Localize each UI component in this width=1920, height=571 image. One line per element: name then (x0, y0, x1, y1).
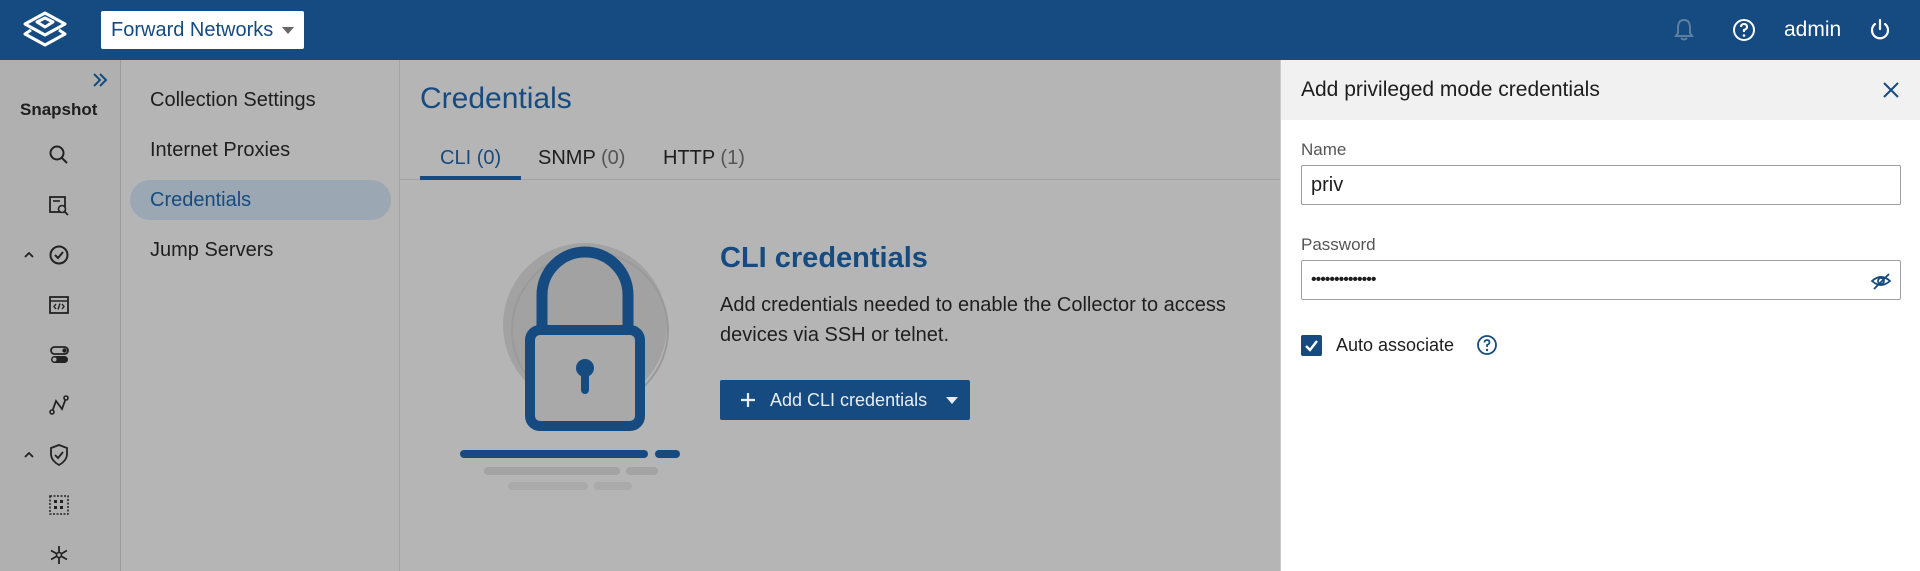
password-field[interactable]: •••••••••••••• (1301, 260, 1901, 300)
auto-associate-checkbox[interactable] (1301, 335, 1322, 356)
password-value: •••••••••••••• (1311, 271, 1376, 288)
main-content: Credentials CLI (0) SNMP (0) HTTP (1) CL… (400, 60, 1280, 571)
panel-header: Add privileged mode credentials (1281, 60, 1920, 120)
bell-icon[interactable] (1670, 16, 1698, 44)
top-bar: Forward Networks admin (0, 0, 1920, 60)
privileged-credentials-panel: Add privileged mode credentials Name pri… (1280, 60, 1920, 571)
tab-count: (0) (600, 147, 626, 169)
path-icon[interactable] (46, 392, 72, 418)
nav-item-internet-proxies[interactable]: Internet Proxies (130, 130, 391, 170)
tab-label: SNMP (538, 147, 596, 169)
caret-down-icon[interactable] (946, 397, 958, 404)
lock-illustration (460, 243, 680, 490)
nav-item-credentials[interactable]: Credentials (130, 180, 391, 220)
panel-title: Add privileged mode credentials (1301, 78, 1600, 101)
eye-off-icon[interactable] (1870, 270, 1892, 292)
help-icon[interactable] (1730, 16, 1758, 44)
network-selector[interactable]: Forward Networks (101, 11, 304, 49)
tab-label: CLI (440, 147, 472, 169)
shield-check-icon[interactable] (46, 442, 72, 468)
nav-item-jump-servers[interactable]: Jump Servers (130, 230, 391, 270)
empty-state-description: Add credentials needed to enable the Col… (720, 294, 1226, 346)
double-chevron-right-icon[interactable] (90, 70, 110, 90)
toggle-icon[interactable] (46, 342, 72, 368)
tab-count: (0) (476, 147, 502, 169)
nav-item-collection-settings[interactable]: Collection Settings (130, 80, 391, 120)
page-title: Credentials (420, 82, 572, 115)
close-icon[interactable] (1881, 80, 1901, 100)
tab-http[interactable]: HTTP (1) (643, 140, 765, 180)
search-list-icon[interactable] (46, 192, 72, 218)
rail-title: Snapshot (20, 100, 98, 119)
user-name[interactable]: admin (1784, 18, 1841, 42)
chevron-up-icon[interactable] (22, 248, 36, 262)
check-circle-icon[interactable] (46, 242, 72, 268)
tab-bar: CLI (0) SNMP (0) HTTP (1) (400, 140, 1280, 180)
add-cli-credentials-button[interactable]: Add CLI credentials (720, 380, 970, 420)
network-name: Forward Networks (111, 18, 274, 41)
search-icon[interactable] (46, 142, 72, 168)
tab-label: HTTP (663, 147, 715, 169)
auto-associate-label: Auto associate (1336, 335, 1455, 355)
tab-cli[interactable]: CLI (0) (420, 140, 522, 180)
settings-nav: Collection Settings Internet Proxies Cre… (121, 60, 400, 571)
name-field[interactable]: priv (1301, 165, 1901, 205)
plus-icon (741, 393, 755, 407)
power-icon[interactable] (1866, 16, 1894, 44)
name-label: Name (1301, 140, 1347, 159)
name-value: priv (1311, 173, 1344, 196)
check-icon (1305, 340, 1318, 352)
snowflake-icon[interactable] (46, 542, 72, 568)
grid-icon[interactable] (46, 492, 72, 518)
logo-icon[interactable] (19, 10, 71, 50)
empty-state-title: CLI credentials (720, 242, 928, 274)
tab-snmp[interactable]: SNMP (0) (518, 140, 645, 180)
snapshot-rail: Snapshot (0, 60, 121, 571)
tab-count: (1) (720, 147, 745, 169)
caret-down-icon (282, 27, 294, 34)
chevron-up-icon[interactable] (22, 448, 36, 462)
add-button-label: Add CLI credentials (770, 389, 928, 410)
help-icon[interactable] (1476, 334, 1498, 356)
code-icon[interactable] (46, 292, 72, 318)
password-label: Password (1301, 235, 1376, 254)
